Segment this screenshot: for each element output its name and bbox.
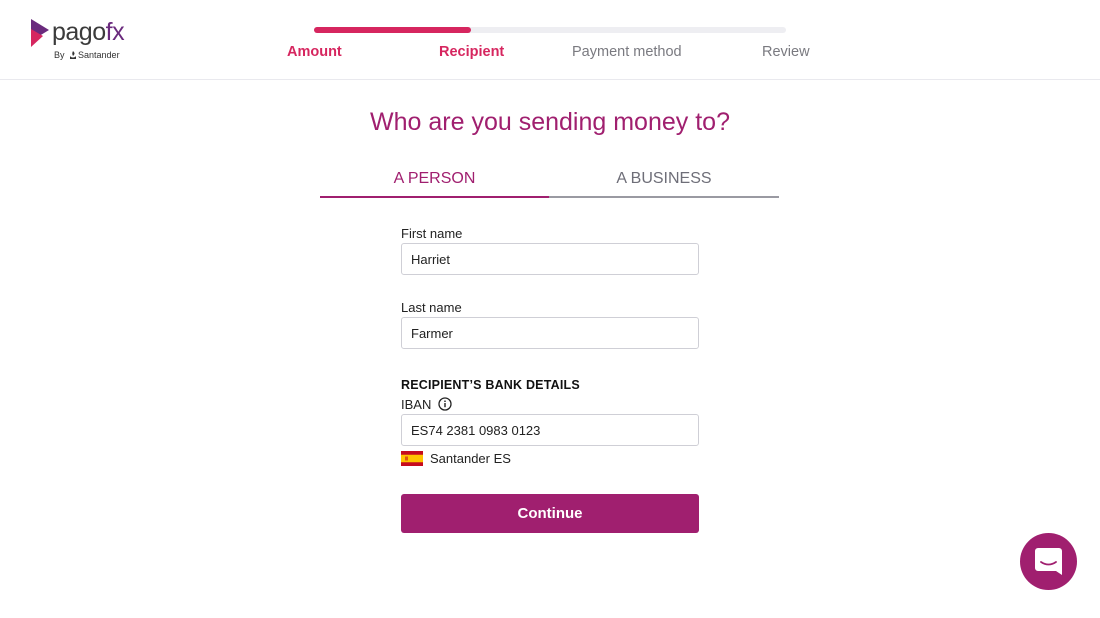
continue-button[interactable]: Continue	[401, 494, 699, 533]
step-recipient[interactable]: Recipient	[439, 44, 504, 60]
step-review: Review	[762, 44, 810, 60]
first-name-label: First name	[401, 226, 463, 241]
last-name-field[interactable]	[401, 317, 699, 349]
top-header: pagofx By Santander Amount Recipient Pay…	[0, 0, 1100, 80]
tab-a-person[interactable]: A PERSON	[320, 163, 549, 198]
info-icon[interactable]	[438, 397, 452, 411]
santander-flame-icon	[70, 51, 77, 59]
page-title: Who are you sending money to?	[370, 108, 730, 136]
iban-field[interactable]	[401, 414, 699, 446]
tab-a-business[interactable]: A BUSINESS	[549, 163, 779, 198]
logo-wordmark: pagofx	[52, 18, 125, 46]
step-payment-method: Payment method	[572, 44, 682, 60]
bank-details-heading: RECIPIENT’S BANK DETAILS	[401, 378, 580, 392]
spain-flag-icon	[401, 451, 423, 466]
recipient-type-tabs: A PERSON A BUSINESS	[320, 163, 779, 198]
chat-bubble-icon	[1035, 548, 1062, 575]
pagofx-logo[interactable]: pagofx By Santander	[31, 18, 141, 64]
first-name-field[interactable]	[401, 243, 699, 275]
chat-launcher-button[interactable]	[1020, 533, 1077, 590]
logo-byline: By Santander	[54, 50, 120, 60]
last-name-label: Last name	[401, 300, 462, 315]
progress-bar	[314, 27, 786, 33]
progress-bar-fill	[314, 27, 472, 33]
iban-label: IBAN	[401, 397, 432, 412]
pagofx-logo-mark-icon	[31, 19, 49, 47]
step-amount[interactable]: Amount	[287, 44, 342, 60]
bank-name: Santander ES	[430, 451, 511, 466]
